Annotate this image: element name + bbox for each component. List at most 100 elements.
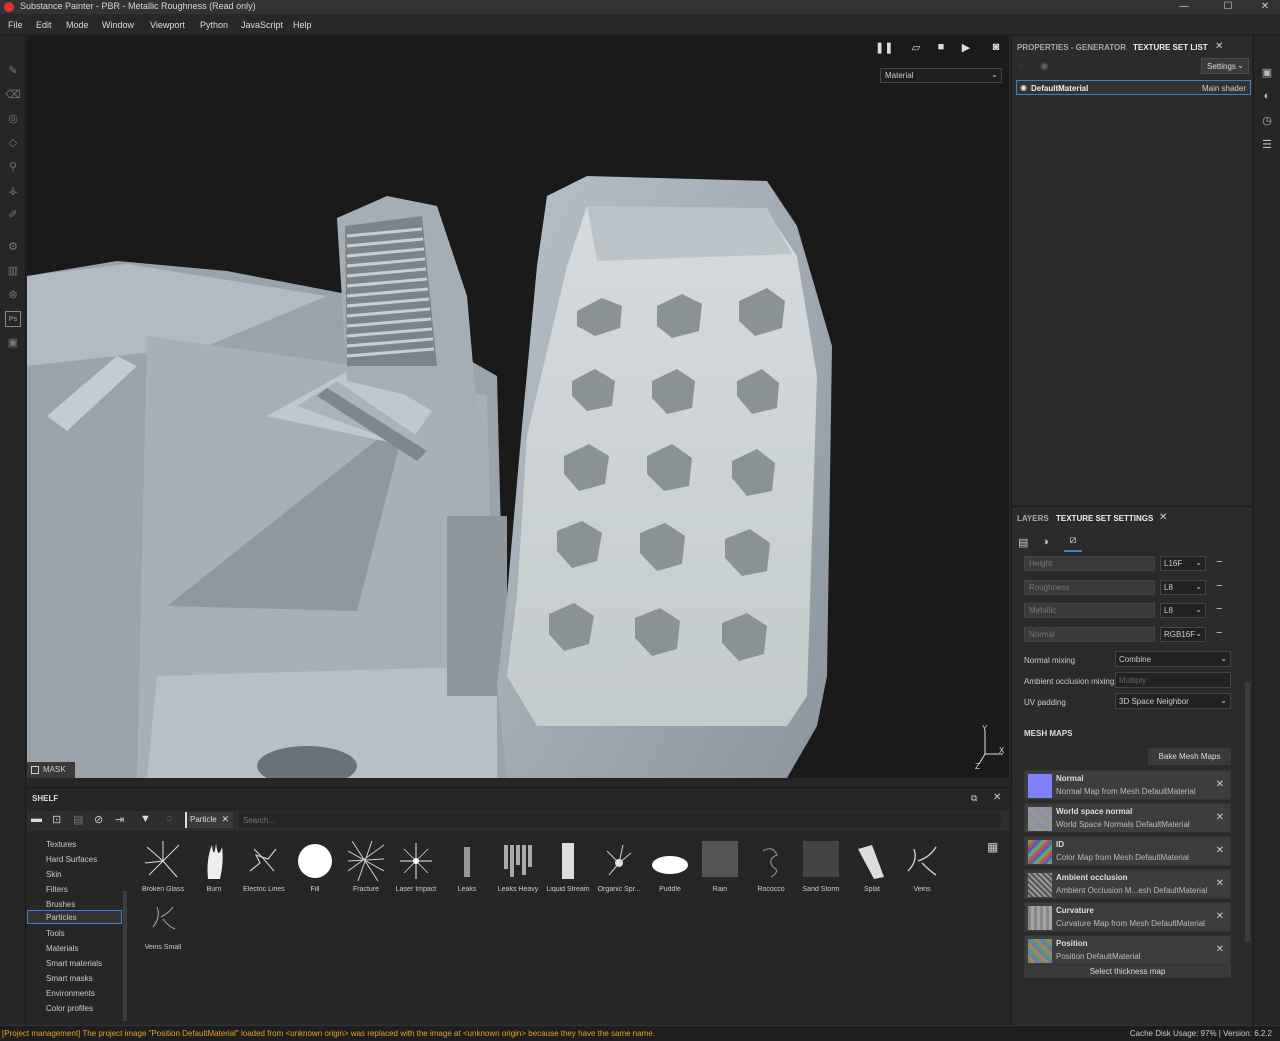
- select-thickness-map-button[interactable]: Select thickness map: [1024, 965, 1231, 978]
- eye-icon[interactable]: ◉: [1020, 83, 1027, 92]
- settings-dropdown[interactable]: Settings ⌄: [1201, 58, 1249, 74]
- shelf-item[interactable]: Leaks: [443, 841, 491, 899]
- shelf-item[interactable]: Puddle: [646, 841, 694, 899]
- menu-window[interactable]: Window: [102, 20, 134, 30]
- filter-chip-particle[interactable]: Particle ✕: [185, 812, 233, 828]
- new-resource-icon[interactable]: ⊡: [52, 813, 61, 826]
- channel-metallic-format[interactable]: L8 ⌄: [1160, 603, 1206, 618]
- remove-map-icon[interactable]: ✕: [1216, 944, 1224, 955]
- category-particles[interactable]: Particles: [27, 910, 122, 924]
- camera-video-icon[interactable]: ▶: [957, 41, 975, 55]
- category-smart-masks[interactable]: Smart masks: [46, 974, 93, 983]
- menu-mode[interactable]: Mode: [66, 20, 89, 30]
- filter-icon[interactable]: ▼: [140, 813, 151, 825]
- eraser-icon[interactable]: ⌫: [5, 87, 21, 103]
- shelf-item[interactable]: Leaks Heavy: [494, 841, 542, 899]
- category-materials[interactable]: Materials: [46, 944, 78, 953]
- menu-help[interactable]: Help: [293, 20, 312, 30]
- polygon-fill-icon[interactable]: ◇: [5, 135, 21, 151]
- shelf-item[interactable]: Burn: [190, 841, 238, 899]
- category-brushes[interactable]: Brushes: [46, 900, 75, 909]
- shelf-item[interactable]: Electric Lines: [240, 841, 288, 899]
- remove-map-icon[interactable]: ✕: [1216, 812, 1224, 823]
- mesh-map-id[interactable]: ID Color Map from Mesh DefaultMaterial ✕: [1024, 836, 1231, 866]
- photoshop-export-icon[interactable]: Ps: [5, 311, 21, 327]
- folder-icon[interactable]: ▬: [31, 813, 42, 825]
- history-icon[interactable]: ◷: [1260, 114, 1274, 128]
- texture-set-icon[interactable]: ▤: [1018, 536, 1028, 549]
- mesh-map-normal[interactable]: Normal Normal Map from Mesh DefaultMater…: [1024, 770, 1231, 800]
- texture-set-row[interactable]: ◉ DefaultMaterial Main shader: [1016, 80, 1251, 95]
- mesh-map-curvature[interactable]: Curvature Curvature Map from Mesh Defaul…: [1024, 902, 1231, 932]
- close-window-button[interactable]: ✕: [1250, 0, 1280, 14]
- close-shelf-icon[interactable]: ✕: [993, 792, 1001, 803]
- shelf-item[interactable]: Veins: [898, 841, 946, 899]
- category-tools[interactable]: Tools: [46, 929, 65, 938]
- uv-settings-icon[interactable]: ⧄: [1064, 534, 1082, 552]
- import-icon[interactable]: ⇥: [115, 813, 124, 826]
- material-sphere-icon[interactable]: ◑: [1042, 536, 1049, 548]
- shelf-item[interactable]: Laser Impact: [392, 841, 440, 899]
- shelf-item[interactable]: Liquid Stream: [544, 841, 592, 899]
- category-environments[interactable]: Environments: [46, 989, 95, 998]
- channel-normal-format[interactable]: RGB16F ⌄: [1160, 627, 1206, 642]
- mesh-map-position[interactable]: Position Position DefaultMaterial ✕: [1024, 935, 1231, 965]
- tab-texture-set-list[interactable]: TEXTURE SET LIST: [1133, 43, 1208, 52]
- bake-mesh-maps-button[interactable]: Bake Mesh Maps: [1148, 748, 1231, 765]
- shelf-item[interactable]: Rococco: [747, 841, 795, 899]
- paint-brush-icon[interactable]: ✎: [5, 63, 21, 79]
- 3d-viewport[interactable]: ❚❚ ▱ ■ ▶ ◙ Material ⌄ MASK Y X Z: [27, 36, 1009, 778]
- uv-padding-dropdown[interactable]: 3D Space Neighbor ⌄: [1115, 693, 1231, 709]
- remove-channel-roughness-button[interactable]: −: [1216, 580, 1226, 592]
- panel-scrollbar[interactable]: [1245, 682, 1250, 942]
- display-settings-icon[interactable]: ▣: [1260, 66, 1274, 80]
- viewport-mode-icon[interactable]: ▱: [907, 41, 925, 55]
- shelf-search-input[interactable]: [239, 812, 1001, 828]
- shelf-item[interactable]: Broken Glass: [139, 841, 187, 899]
- close-icon[interactable]: ✕: [221, 814, 229, 825]
- log-icon[interactable]: ☰: [1260, 138, 1274, 152]
- shelf-item[interactable]: Veins Small: [139, 899, 187, 957]
- geometry-mask-icon[interactable]: ▥: [5, 263, 21, 279]
- tab-layers[interactable]: LAYERS: [1017, 514, 1049, 523]
- menu-file[interactable]: File: [8, 20, 23, 30]
- pause-icon[interactable]: ❚❚: [875, 41, 893, 55]
- category-filters[interactable]: Filters: [46, 885, 68, 894]
- shelf-item[interactable]: Splat: [848, 841, 896, 899]
- menu-viewport[interactable]: Viewport: [150, 20, 185, 30]
- color-picker-icon[interactable]: ✐: [5, 207, 21, 223]
- shader-settings-icon[interactable]: ◐: [1260, 90, 1274, 104]
- category-skin[interactable]: Skin: [46, 870, 62, 879]
- shelf-item[interactable]: Rain: [696, 841, 744, 899]
- circle-toggle-icon[interactable]: ○: [166, 813, 173, 825]
- maximize-button[interactable]: ☐: [1213, 0, 1243, 14]
- library-icon[interactable]: ▤: [73, 813, 83, 826]
- mask-toggle-button[interactable]: MASK: [27, 762, 75, 778]
- remove-channel-height-button[interactable]: −: [1216, 556, 1226, 568]
- grid-view-icon[interactable]: ▦: [987, 840, 998, 854]
- eye-icon[interactable]: ◉: [1040, 61, 1049, 72]
- tab-properties-generator[interactable]: PROPERTIES - GENERATOR: [1017, 43, 1126, 52]
- undock-icon[interactable]: ⧉: [971, 793, 977, 804]
- remove-channel-normal-button[interactable]: −: [1216, 627, 1226, 639]
- remove-map-icon[interactable]: ✕: [1216, 845, 1224, 856]
- symmetry-icon[interactable]: ⊛: [5, 287, 21, 303]
- channel-height-format[interactable]: L16F ⌄: [1160, 556, 1206, 571]
- normal-mixing-dropdown[interactable]: Combine ⌄: [1115, 651, 1231, 667]
- material-mode-dropdown[interactable]: Material ⌄: [880, 68, 1002, 83]
- menu-python[interactable]: Python: [200, 20, 228, 30]
- ao-mixing-field[interactable]: Multiply: [1115, 672, 1231, 688]
- mesh-map-world-space-normal[interactable]: World space normal World Space Normals D…: [1024, 803, 1231, 833]
- shelf-item[interactable]: Fracture: [342, 841, 390, 899]
- visibility-off-icon[interactable]: ◌: [1018, 61, 1024, 72]
- shelf-item[interactable]: Fill: [291, 841, 339, 899]
- menu-edit[interactable]: Edit: [36, 20, 52, 30]
- tab-texture-set-settings[interactable]: TEXTURE SET SETTINGS: [1056, 514, 1153, 523]
- projection-icon[interactable]: ◎: [5, 111, 21, 127]
- screenshot-camera-icon[interactable]: ◙: [987, 41, 1005, 55]
- channel-roughness-format[interactable]: L8 ⌄: [1160, 580, 1206, 595]
- bake-icon[interactable]: ⚙: [5, 239, 21, 255]
- shelf-item[interactable]: Sand Storm: [797, 841, 845, 899]
- remove-map-icon[interactable]: ✕: [1216, 911, 1224, 922]
- remove-channel-metallic-button[interactable]: −: [1216, 603, 1226, 615]
